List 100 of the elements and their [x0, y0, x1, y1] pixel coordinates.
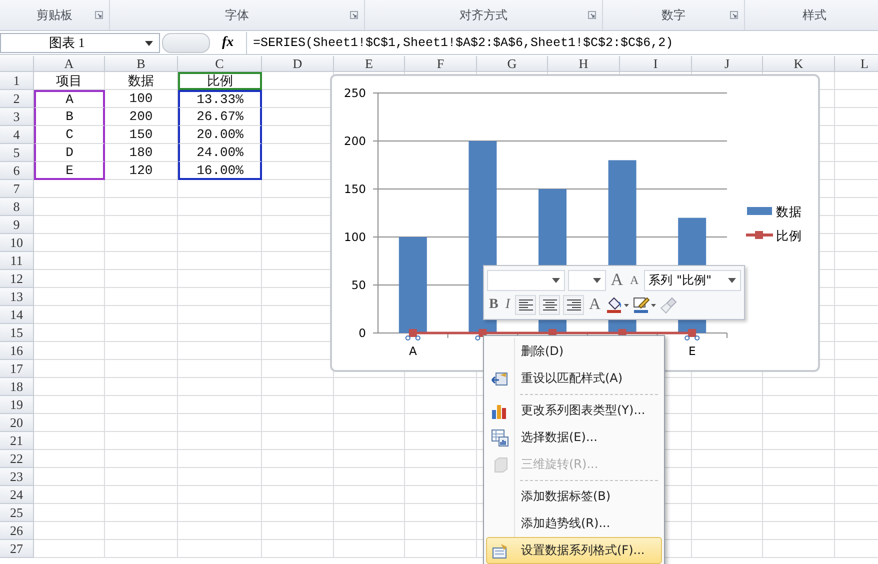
column-header[interactable]: A: [34, 56, 105, 72]
column-header[interactable]: E: [334, 56, 405, 72]
bold-button[interactable]: B: [487, 295, 500, 315]
table-cell: 比例: [178, 72, 262, 90]
series-selector-dropdown[interactable]: 系列 "比例": [644, 270, 741, 290]
table-cell: [262, 504, 334, 522]
table-cell: [763, 504, 835, 522]
row-header[interactable]: 7: [0, 180, 34, 198]
table-cell: [763, 378, 835, 396]
column-header[interactable]: L: [835, 56, 878, 72]
row-header[interactable]: 25: [0, 504, 34, 522]
menu-item[interactable]: 添加趋势线(R)...: [486, 510, 662, 537]
align-left-button[interactable]: [515, 295, 536, 315]
align-right-button[interactable]: [563, 295, 584, 315]
row-header[interactable]: 10: [0, 234, 34, 252]
column-header[interactable]: G: [477, 56, 548, 72]
dialog-launcher-icon[interactable]: [588, 11, 596, 19]
row-header[interactable]: 3: [0, 108, 34, 126]
table-cell: [34, 342, 105, 360]
column-header[interactable]: J: [692, 56, 763, 72]
row-header[interactable]: 14: [0, 306, 34, 324]
dialog-launcher-icon[interactable]: [730, 11, 738, 19]
menu-item[interactable]: 删除(D): [486, 338, 662, 365]
table-cell: 项目: [34, 72, 105, 90]
align-center-button[interactable]: [539, 295, 560, 315]
table-cell: [262, 468, 334, 486]
ribbon-group-label: 对齐方式: [460, 6, 508, 24]
row-header[interactable]: 13: [0, 288, 34, 306]
outline-pencil-icon[interactable]: [632, 296, 657, 314]
menu-item[interactable]: 设置数据系列格式(F)...: [486, 537, 662, 564]
column-header[interactable]: B: [105, 56, 178, 72]
dialog-launcher-icon[interactable]: [95, 11, 103, 19]
grow-font-button[interactable]: A: [608, 270, 626, 290]
row-header[interactable]: 2: [0, 90, 34, 108]
table-cell: [34, 216, 105, 234]
table-cell: [334, 378, 405, 396]
dialog-launcher-icon[interactable]: [350, 11, 358, 19]
row-header[interactable]: 8: [0, 198, 34, 216]
row-header[interactable]: 12: [0, 270, 34, 288]
table-cell: [34, 468, 105, 486]
row-header[interactable]: 6: [0, 162, 34, 180]
menu-item[interactable]: 选择数据(E)...: [486, 424, 662, 451]
row-header[interactable]: 18: [0, 378, 34, 396]
table-cell: [763, 450, 835, 468]
table-cell: C: [34, 126, 105, 144]
column-header[interactable]: I: [620, 56, 692, 72]
italic-button[interactable]: I: [503, 295, 512, 315]
legend-label: 数据: [776, 204, 802, 219]
menu-item[interactable]: 更改系列图表类型(Y)...: [486, 397, 662, 424]
row-header[interactable]: 1: [0, 72, 34, 90]
formula-field[interactable]: =SERIES(Sheet1!$C$1,Sheet1!$A$2:$A$6,Sheet1!$C$2:$C$6,2): [246, 32, 878, 54]
row-header[interactable]: 21: [0, 432, 34, 450]
category-label: E: [688, 344, 696, 358]
font-size-dropdown[interactable]: [568, 270, 606, 290]
row-header[interactable]: 16: [0, 342, 34, 360]
table-cell: A: [34, 90, 105, 108]
table-cell: [34, 360, 105, 378]
column-header[interactable]: H: [548, 56, 620, 72]
row-header[interactable]: 4: [0, 126, 34, 144]
table-cell: [34, 540, 105, 558]
table-cell: [262, 450, 334, 468]
menu-item[interactable]: 添加数据标签(B): [486, 483, 662, 510]
axis-tick-label: 50: [351, 278, 366, 292]
insert-function-button[interactable]: fx: [222, 35, 246, 51]
table-cell: [692, 432, 763, 450]
row-header[interactable]: 15: [0, 324, 34, 342]
column-header[interactable]: K: [763, 56, 835, 72]
table-cell: D: [34, 144, 105, 162]
selected-point-marker[interactable]: [684, 329, 700, 340]
table-cell: [34, 270, 105, 288]
table-cell: [34, 198, 105, 216]
row-header[interactable]: 17: [0, 360, 34, 378]
column-header[interactable]: C: [178, 56, 262, 72]
row-header[interactable]: 9: [0, 216, 34, 234]
column-header[interactable]: D: [262, 56, 334, 72]
table-cell: [262, 432, 334, 450]
shrink-font-button[interactable]: A: [628, 270, 641, 290]
row-header[interactable]: 26: [0, 522, 34, 540]
row-header[interactable]: 24: [0, 486, 34, 504]
row-header[interactable]: 11: [0, 252, 34, 270]
reset-style-icon: [491, 370, 509, 388]
table-cell: [692, 450, 763, 468]
table-cell: [34, 504, 105, 522]
caret-icon: [728, 278, 736, 282]
row-header[interactable]: 5: [0, 144, 34, 162]
table-cell: [262, 414, 334, 432]
table-cell: [334, 450, 405, 468]
table-cell: [692, 486, 763, 504]
name-box[interactable]: 图表 1: [0, 33, 160, 53]
selected-point-marker[interactable]: [405, 329, 420, 340]
splitter-handle[interactable]: [162, 33, 210, 53]
row-header[interactable]: 19: [0, 396, 34, 414]
column-header[interactable]: F: [405, 56, 477, 72]
table-cell: 180: [105, 144, 178, 162]
fill-bucket-icon[interactable]: [606, 296, 630, 314]
row-header[interactable]: 22: [0, 450, 34, 468]
font-color-button[interactable]: A: [587, 295, 603, 315]
row-header[interactable]: 27: [0, 540, 34, 558]
row-header[interactable]: 20: [0, 414, 34, 432]
row-header[interactable]: 23: [0, 468, 34, 486]
